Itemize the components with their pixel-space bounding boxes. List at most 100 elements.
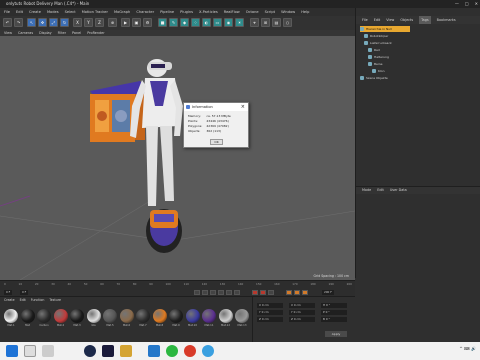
menu-edit[interactable]: Edit xyxy=(16,8,23,16)
mat-menu-texture[interactable]: Texture xyxy=(49,297,61,303)
material-swatch[interactable] xyxy=(4,309,18,323)
material-swatch[interactable] xyxy=(119,309,134,323)
timeline-ruler[interactable]: 0 10 20 30 40 50 60 70 80 90 100 110 120… xyxy=(4,282,352,288)
key-rotation-icon[interactable] xyxy=(302,290,308,295)
floor-icon[interactable]: ▭ xyxy=(213,18,222,27)
key-scale-icon[interactable] xyxy=(294,290,300,295)
menu-plugins[interactable]: Plugins xyxy=(180,8,193,16)
object-row[interactable]: Szene Objekte xyxy=(360,75,388,81)
material-swatch[interactable] xyxy=(136,309,150,323)
pos-y-field[interactable]: Y 0 cm xyxy=(257,310,283,315)
size-x-field[interactable]: X 0 cm xyxy=(289,303,315,308)
octane-icon[interactable]: ○ xyxy=(283,18,292,27)
menu-create[interactable]: Create xyxy=(29,8,41,16)
dialog-close-button[interactable]: × xyxy=(241,103,245,111)
prev-key-icon[interactable] xyxy=(202,290,208,295)
undo-icon[interactable]: ↶ xyxy=(3,18,12,27)
snap-icon[interactable]: ⌖ xyxy=(250,18,259,27)
render-icon[interactable]: ▣ xyxy=(132,18,141,27)
size-z-field[interactable]: Z 0 cm xyxy=(289,317,315,322)
keyframe-selection-icon[interactable] xyxy=(268,290,274,295)
workplane-icon[interactable]: ⊞ xyxy=(261,18,270,27)
windows-start-icon[interactable] xyxy=(6,345,18,357)
object-row[interactable]: Robotkörper xyxy=(364,33,388,39)
redo-icon[interactable]: ↷ xyxy=(14,18,23,27)
material-swatch[interactable] xyxy=(218,309,233,323)
coord-system-icon[interactable]: ⊕ xyxy=(108,18,117,27)
cinema4d-icon[interactable] xyxy=(84,345,96,357)
deformer-icon[interactable]: ◐ xyxy=(202,18,211,27)
play-icon[interactable] xyxy=(218,290,224,295)
ok-button[interactable]: OK xyxy=(210,139,223,145)
object-row[interactable]: Beine xyxy=(368,61,382,67)
maximize-button[interactable]: □ xyxy=(465,0,469,8)
om-menu-tags[interactable]: Tags xyxy=(419,16,431,24)
rot-p-field[interactable]: P 0 ° xyxy=(321,310,347,315)
apply-button[interactable]: Apply xyxy=(325,331,347,337)
menu-octane[interactable]: Octane xyxy=(246,8,259,16)
menu-character[interactable]: Character xyxy=(136,8,154,16)
pos-x-field[interactable]: X 0 cm xyxy=(257,303,283,308)
menu-help[interactable]: Help xyxy=(301,8,309,16)
menu-pipeline[interactable]: Pipeline xyxy=(160,8,174,16)
cube-icon[interactable]: ■ xyxy=(158,18,167,27)
scale-icon[interactable]: ⤢ xyxy=(49,18,58,27)
material-swatch[interactable] xyxy=(86,309,101,323)
menu-window[interactable]: Window xyxy=(281,8,295,16)
y-axis-icon[interactable]: Y xyxy=(84,18,93,27)
end-frame-field[interactable]: 200 F xyxy=(322,290,334,295)
subdivision-icon[interactable]: ◆ xyxy=(180,18,189,27)
start-frame-field[interactable]: 0 F xyxy=(4,290,13,295)
object-row[interactable]: Rad xyxy=(368,47,380,53)
material-swatch[interactable] xyxy=(152,309,167,323)
attr-menu-mode[interactable]: Mode xyxy=(362,187,371,194)
record-icon[interactable] xyxy=(252,290,258,295)
om-menu-edit[interactable]: Edit xyxy=(374,16,381,24)
menu-realflow[interactable]: RealFlow xyxy=(224,8,240,16)
om-menu-file[interactable]: File xyxy=(362,16,368,24)
rot-b-field[interactable]: B 0 ° xyxy=(321,317,347,322)
goto-start-icon[interactable] xyxy=(194,290,200,295)
light-icon[interactable]: ☀ xyxy=(235,18,244,27)
menu-select[interactable]: Select xyxy=(65,8,76,16)
live-select-icon[interactable]: ↖ xyxy=(27,18,36,27)
app-icon[interactable] xyxy=(202,345,214,357)
whatsapp-icon[interactable] xyxy=(166,345,178,357)
object-row[interactable]: Hierarchie in Null xyxy=(360,26,410,32)
menu-modes[interactable]: Modes xyxy=(47,8,59,16)
rot-h-field[interactable]: H 0 ° xyxy=(321,303,347,308)
file-explorer-icon[interactable] xyxy=(120,345,132,357)
current-frame-field[interactable]: 0 F xyxy=(20,290,29,295)
close-button[interactable]: ✕ xyxy=(475,0,478,8)
next-key-icon[interactable] xyxy=(226,290,232,295)
play-back-icon[interactable] xyxy=(210,290,216,295)
camera-icon[interactable]: ◉ xyxy=(224,18,233,27)
material-swatch[interactable] xyxy=(53,309,68,323)
3d-viewport[interactable]: Grid Spacing : 100 cm xyxy=(0,36,355,280)
key-position-icon[interactable] xyxy=(286,290,292,295)
task-view-icon[interactable] xyxy=(42,345,54,357)
autokey-icon[interactable] xyxy=(260,290,266,295)
menu-motion-tracker[interactable]: Motion Tracker xyxy=(82,8,108,16)
pen-icon[interactable]: ✎ xyxy=(169,18,178,27)
render-view-icon[interactable]: ▶ xyxy=(121,18,130,27)
object-row[interactable]: Klon xyxy=(372,68,385,74)
attr-menu-edit[interactable]: Edit xyxy=(377,187,384,194)
om-menu-view[interactable]: View xyxy=(386,16,394,24)
size-y-field[interactable]: Y 0 cm xyxy=(289,310,315,315)
layout-icon[interactable]: ▤ xyxy=(272,18,281,27)
goto-end-icon[interactable] xyxy=(234,290,240,295)
material-swatch[interactable] xyxy=(185,309,200,323)
material-swatch[interactable] xyxy=(70,309,84,323)
material-swatch[interactable] xyxy=(20,309,35,323)
material-swatch[interactable] xyxy=(169,309,183,323)
photoshop-icon[interactable] xyxy=(102,345,114,357)
mat-menu-function[interactable]: Function xyxy=(31,297,45,303)
material-swatch[interactable] xyxy=(235,309,249,323)
rotate-icon[interactable]: ↻ xyxy=(60,18,69,27)
pos-z-field[interactable]: Z 0 cm xyxy=(257,317,283,322)
minimize-button[interactable]: — xyxy=(455,0,459,8)
material-swatch[interactable] xyxy=(202,309,216,323)
z-axis-icon[interactable]: Z xyxy=(95,18,104,27)
material-swatch[interactable] xyxy=(37,309,51,323)
